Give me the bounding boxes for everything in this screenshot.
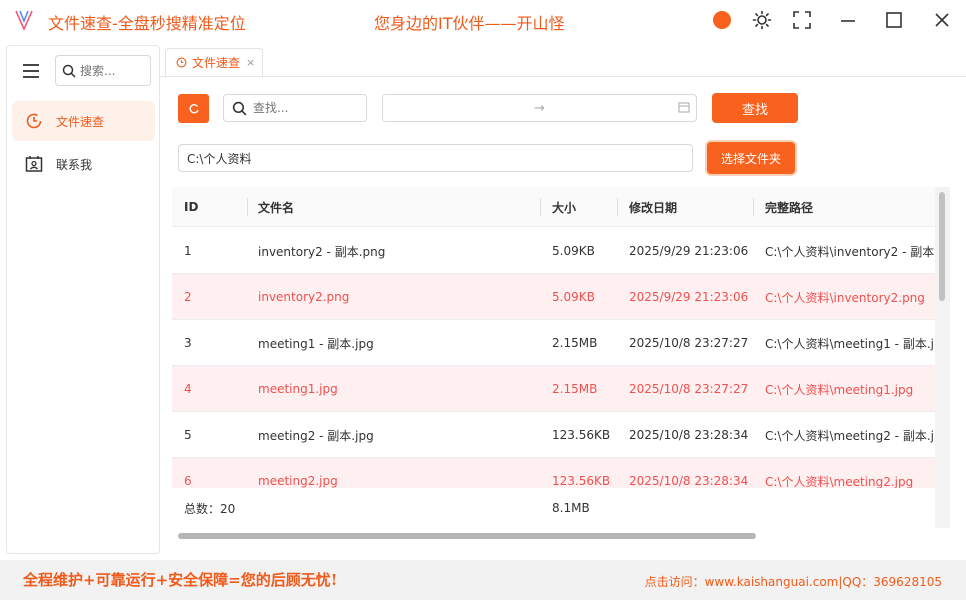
refresh-button[interactable] — [178, 94, 209, 123]
calendar-icon — [678, 102, 690, 113]
find-button[interactable]: 查找 — [712, 93, 798, 123]
fullscreen-icon — [793, 11, 811, 29]
fullscreen-button[interactable] — [790, 8, 814, 32]
title-bar: 文件速查-全盘秒搜精准定位 您身边的IT伙伴——开山怪 — [0, 0, 966, 40]
cell-date: 2025/10/8 23:27:27 — [629, 382, 749, 396]
close-window-button[interactable] — [930, 8, 954, 32]
cell-id: 5 — [184, 428, 192, 442]
cell-size: 5.09KB — [552, 290, 595, 304]
cell-id: 2 — [184, 290, 192, 304]
table-row[interactable]: 3 meeting1 - 副本.jpg 2.15MB 2025/10/8 23:… — [172, 320, 950, 366]
clock-icon — [176, 57, 187, 68]
footer-slogan: 全程维护+可靠运行+安全保障=您的后顾无忧! — [23, 571, 338, 589]
cell-date: 2025/9/29 21:23:06 — [629, 244, 749, 258]
cell-filename: meeting2 - 副本.jpg — [258, 428, 374, 443]
column-separator — [617, 198, 618, 216]
cell-size: 5.09KB — [552, 244, 595, 258]
table-summary: 总数：20 8.1MB — [172, 488, 950, 528]
maximize-button[interactable] — [882, 8, 906, 32]
table-row[interactable]: 1 inventory2 - 副本.png 5.09KB 2025/9/29 2… — [172, 228, 950, 274]
app-logo-icon — [15, 10, 33, 31]
sidebar-search-input[interactable] — [80, 63, 142, 78]
tab-label: 文件速查 — [192, 56, 241, 70]
cell-path: C:\个人资料\meeting1 - 副本.jpg — [765, 336, 950, 351]
vertical-scrollbar-thumb[interactable] — [939, 192, 945, 301]
sun-icon — [752, 10, 772, 30]
column-separator — [540, 198, 541, 216]
footer-bar: 全程维护+可靠运行+安全保障=您的后顾无忧! 点击访问：www.kaishang… — [0, 560, 966, 600]
table-header: ID 文件名 大小 修改日期 完整路径 — [172, 187, 950, 227]
tab-divider — [160, 76, 966, 77]
menu-icon[interactable] — [21, 62, 41, 80]
tab-file-search[interactable]: 文件速查 × — [165, 48, 263, 76]
table-row[interactable]: 4 meeting1.jpg 2.15MB 2025/10/8 23:27:27… — [172, 366, 950, 412]
cell-date: 2025/10/8 23:28:34 — [629, 428, 749, 442]
sidebar-item-label: 联系我 — [56, 157, 93, 172]
header-slogan: 您身边的IT伙伴——开山怪 — [374, 14, 565, 33]
sidebar-search[interactable] — [55, 55, 151, 86]
cell-filename: meeting1 - 副本.jpg — [258, 336, 374, 351]
minimize-icon — [841, 20, 855, 22]
cell-filename: inventory2.png — [258, 290, 350, 304]
choose-folder-button[interactable]: 选择文件夹 — [707, 142, 795, 174]
column-header-filename[interactable]: 文件名 — [258, 187, 294, 227]
minimize-button[interactable] — [836, 8, 860, 32]
column-header-id[interactable]: ID — [184, 187, 198, 227]
results-table: ID 文件名 大小 修改日期 完整路径 1 inventory2 - 副本.pn… — [172, 187, 950, 528]
column-header-modified-date[interactable]: 修改日期 — [629, 187, 677, 227]
total-count: 总数：20 — [184, 501, 236, 516]
cell-size: 2.15MB — [552, 382, 598, 396]
file-search-box[interactable] — [223, 94, 367, 122]
app-title: 文件速查-全盘秒搜精准定位 — [48, 14, 246, 33]
table-row[interactable]: 5 meeting2 - 副本.jpg 123.56KB 2025/10/8 2… — [172, 412, 950, 458]
clock-icon — [24, 111, 44, 131]
search-icon — [232, 101, 247, 115]
cell-filename: meeting1.jpg — [258, 382, 338, 396]
sidebar-item-contact[interactable]: 联系我 — [12, 144, 155, 184]
cell-id: 1 — [184, 244, 192, 258]
folder-path-input[interactable]: C:\个人资料 — [178, 144, 693, 172]
table-row[interactable]: 2 inventory2.png 5.09KB 2025/9/29 21:23:… — [172, 274, 950, 320]
sidebar: 文件速查 联系我 — [6, 45, 160, 554]
cell-path: C:\个人资料\inventory2.png — [765, 290, 925, 305]
horizontal-scrollbar-thumb[interactable] — [178, 533, 756, 539]
column-separator — [247, 198, 248, 216]
cell-id: 4 — [184, 382, 192, 396]
cell-size: 123.56KB — [552, 428, 611, 442]
column-header-full-path[interactable]: 完整路径 — [765, 187, 813, 227]
maximize-icon — [886, 12, 902, 28]
cell-size: 2.15MB — [552, 336, 598, 350]
theme-color-button[interactable] — [710, 8, 734, 32]
contact-card-icon — [24, 154, 44, 174]
search-icon — [62, 64, 76, 78]
cell-path: C:\个人资料\inventory2 - 副本.png — [765, 244, 950, 259]
cell-filename: inventory2 - 副本.png — [258, 244, 386, 259]
brightness-toggle-button[interactable] — [750, 8, 774, 32]
refresh-icon — [189, 103, 199, 113]
total-size: 8.1MB — [552, 501, 590, 515]
date-range-picker[interactable]: → — [382, 94, 697, 122]
close-icon — [935, 13, 949, 27]
cell-path: C:\个人资料\meeting2 - 副本.jpg — [765, 428, 950, 443]
column-separator — [753, 198, 754, 216]
tab-close-icon[interactable]: × — [246, 56, 255, 69]
sidebar-item-file-search[interactable]: 文件速查 — [12, 101, 155, 141]
file-search-input[interactable] — [253, 101, 353, 115]
footer-contact-link[interactable]: 点击访问：www.kaishanguai.com|QQ：369628105 — [645, 573, 942, 590]
cell-path: C:\个人资料\meeting1.jpg — [765, 382, 914, 397]
cell-date: 2025/10/8 23:27:27 — [629, 336, 749, 350]
date-range-arrow: → — [534, 100, 545, 116]
column-header-size[interactable]: 大小 — [552, 187, 576, 227]
cell-id: 3 — [184, 336, 192, 350]
cell-date: 2025/9/29 21:23:06 — [629, 290, 749, 304]
sidebar-item-label: 文件速查 — [56, 114, 105, 129]
theme-color-dot — [713, 11, 731, 29]
